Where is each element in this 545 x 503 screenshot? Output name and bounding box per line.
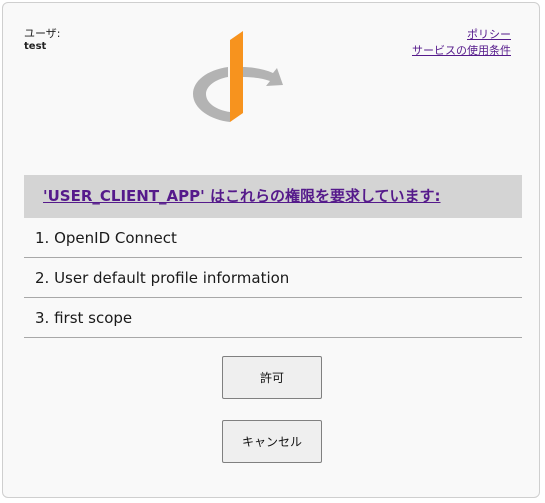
consent-panel: ユーザ: test ポリシー サービスの使用条件 'USER_CLIENT_AP… (2, 2, 540, 498)
cancel-button[interactable]: キャンセル (222, 420, 322, 463)
scope-item-first: 3. first scope (24, 298, 522, 338)
policy-link[interactable]: ポリシー (412, 27, 511, 43)
user-info: ユーザ: test (24, 27, 61, 53)
request-header: 'USER_CLIENT_APP' はこれらの権限を要求しています: (24, 175, 522, 218)
scope-list: 1. OpenID Connect 2. User default profil… (24, 218, 522, 338)
user-name: test (24, 41, 47, 52)
allow-button[interactable]: 許可 (222, 356, 322, 399)
header-links: ポリシー サービスの使用条件 (412, 27, 511, 59)
openid-logo-icon (181, 31, 291, 123)
terms-link[interactable]: サービスの使用条件 (412, 43, 511, 59)
scope-item-profile: 2. User default profile information (24, 258, 522, 298)
user-label: ユーザ: (24, 27, 61, 40)
scope-item-openid: 1. OpenID Connect (24, 218, 522, 258)
request-header-text: 'USER_CLIENT_APP' はこれらの権限を要求しています: (43, 187, 441, 205)
